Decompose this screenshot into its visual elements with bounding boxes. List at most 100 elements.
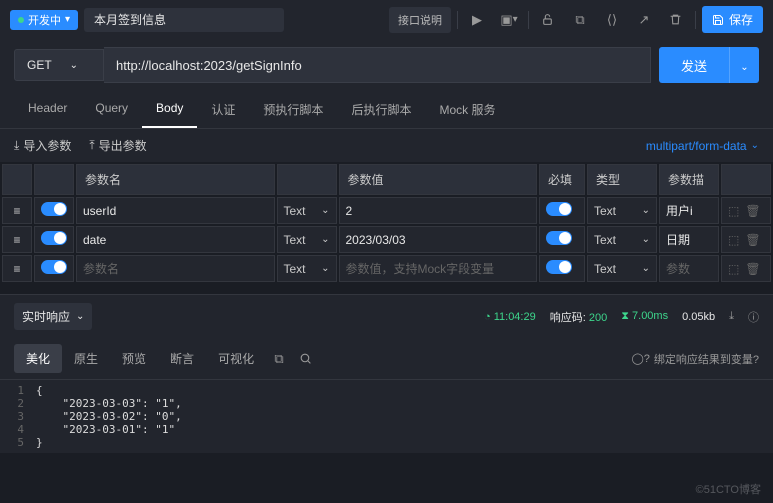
value-type-select[interactable]: Text⌄ [284, 233, 330, 247]
param-desc-input[interactable] [666, 262, 712, 276]
send-dropdown[interactable]: ⌄ [729, 47, 759, 83]
param-value-input[interactable] [346, 204, 531, 218]
tab-header[interactable]: Header [14, 91, 81, 128]
tab-mock[interactable]: Mock 服务 [425, 91, 509, 128]
share-icon[interactable]: ↗ [631, 7, 657, 33]
search-icon[interactable] [292, 346, 318, 372]
drag-handle-icon[interactable]: ≡ [2, 226, 32, 253]
resp-tab-raw[interactable]: 原生 [62, 344, 110, 373]
value-type-select[interactable]: Text⌄ [284, 204, 330, 218]
resp-tab-visual[interactable]: 可视化 [206, 344, 266, 373]
resp-tab-preview[interactable]: 预览 [110, 344, 158, 373]
code-text: { [36, 384, 43, 397]
upload-icon: ⤒ [89, 138, 94, 153]
code-text: "2023-03-01": "1" [36, 423, 175, 436]
col-required: 必填 [539, 164, 585, 195]
line-number: 1 [0, 384, 36, 397]
import-params[interactable]: ⤓ 导入参数 [14, 137, 71, 154]
delete-row-icon[interactable]: 🗑 [745, 204, 760, 218]
table-row: ≡ Text⌄ Text⌄ ⬚ 🗑 [2, 226, 771, 253]
response-tabs: 美化 原生 预览 断言 可视化 ⧉ ◯? 绑定响应结果到变量? [0, 338, 773, 380]
delete-row-icon[interactable]: 🗑 [745, 262, 760, 276]
param-required-toggle[interactable] [546, 260, 572, 274]
param-type-select[interactable]: Text⌄ [594, 204, 650, 218]
status-code: 200 [589, 312, 607, 324]
url-input[interactable] [104, 47, 651, 83]
save-button[interactable]: 保存 [702, 6, 763, 33]
param-enabled-toggle[interactable] [41, 260, 67, 274]
api-desc-button[interactable]: 接口说明 [389, 7, 451, 33]
param-enabled-toggle[interactable] [41, 231, 67, 245]
copy-response-icon[interactable]: ⧉ [266, 346, 292, 372]
param-desc-input[interactable] [666, 232, 712, 246]
cube-icon[interactable]: ⬚ [728, 262, 739, 276]
play-icon[interactable]: ▶ [464, 7, 490, 33]
resp-tab-pretty[interactable]: 美化 [14, 344, 62, 373]
chevron-down-icon: ⌄ [751, 140, 759, 151]
tab-body[interactable]: Body [142, 91, 197, 128]
cube-icon[interactable]: ⬚ [728, 204, 739, 218]
param-value-input[interactable] [346, 262, 531, 276]
param-type-select[interactable]: Text⌄ [594, 262, 650, 276]
drag-handle-icon[interactable]: ≡ [2, 255, 32, 282]
param-name-input[interactable] [83, 233, 268, 247]
info-icon[interactable]: ⓘ [748, 309, 759, 325]
copy-icon[interactable]: ⧉ [567, 7, 593, 33]
line-number: 4 [0, 423, 36, 436]
response-meta: ◔11:04:29 响应码: 200 ⧗ 7.00ms 0.05kb ⤓ ⓘ [484, 309, 759, 325]
api-name-input[interactable] [84, 8, 284, 32]
param-value-input[interactable] [346, 233, 531, 247]
col-value: 参数值 [339, 164, 538, 195]
col-desc: 参数描 [659, 164, 719, 195]
param-desc-input[interactable] [666, 203, 712, 217]
param-type-select[interactable]: Text⌄ [594, 233, 650, 247]
param-name-input[interactable] [83, 262, 268, 276]
chevron-down-icon: ▾ [65, 14, 70, 25]
param-required-toggle[interactable] [546, 202, 572, 216]
response-size: 0.05kb [682, 311, 715, 323]
lock-icon[interactable] [535, 7, 561, 33]
line-number: 2 [0, 397, 36, 410]
send-button[interactable]: 发送 [659, 47, 729, 83]
table-row: ≡ Text⌄ Text⌄ ⬚ 🗑 [2, 197, 771, 224]
value-type-select[interactable]: Text⌄ [284, 262, 330, 276]
status-dot-icon [18, 17, 24, 23]
hourglass-icon: ⧗ [621, 310, 629, 322]
tab-prescript[interactable]: 预执行脚本 [249, 91, 337, 128]
request-tabs: Header Query Body 认证 预执行脚本 后执行脚本 Mock 服务 [0, 91, 773, 129]
url-bar: GET ⌄ 发送 ⌄ [0, 39, 773, 91]
code-text: "2023-03-03": "1", [36, 397, 182, 410]
response-body[interactable]: 1{2 "2023-03-03": "1",3 "2023-03-02": "0… [0, 380, 773, 453]
code-icon[interactable]: ⟨⟩ [599, 7, 625, 33]
export-params[interactable]: ⤒ 导出参数 [89, 137, 146, 154]
drag-handle-icon[interactable]: ≡ [2, 197, 32, 224]
topbar: 开发中 ▾ 接口说明 ▶ ▣▾ ⧉ ⟨⟩ ↗ 保存 [0, 0, 773, 39]
bind-variable-link[interactable]: ◯? 绑定响应结果到变量? [631, 351, 759, 367]
delete-row-icon[interactable]: 🗑 [745, 233, 760, 247]
tab-postscript[interactable]: 后执行脚本 [337, 91, 425, 128]
download-icon[interactable]: ⤓ [729, 310, 734, 323]
param-enabled-toggle[interactable] [41, 202, 67, 216]
tab-query[interactable]: Query [81, 91, 142, 128]
clock-icon: ◔ [484, 311, 491, 323]
response-mode-select[interactable]: 实时响应 ⌄ [14, 303, 92, 330]
param-name-input[interactable] [83, 204, 268, 218]
params-table: 参数名 参数值 必填 类型 参数描 ≡Text⌄Text⌄⬚🗑≡Text⌄Tex… [0, 162, 773, 284]
watermark: ©51CTO博客 [696, 481, 761, 497]
status-badge[interactable]: 开发中 ▾ [10, 10, 78, 30]
tab-auth[interactable]: 认证 [197, 91, 249, 128]
delete-icon[interactable] [663, 7, 689, 33]
code-text: "2023-03-02": "0", [36, 410, 182, 423]
help-icon: ◯? [631, 352, 649, 365]
chevron-down-icon: ⌄ [70, 60, 78, 71]
divider [457, 11, 458, 29]
param-required-toggle[interactable] [546, 231, 572, 245]
table-row: ≡ Text⌄ Text⌄ ⬚ 🗑 [2, 255, 771, 282]
content-type-select[interactable]: multipart/form-data ⌄ [646, 139, 759, 153]
divider [528, 11, 529, 29]
cube-icon[interactable]: ⬚ [728, 233, 739, 247]
method-select[interactable]: GET ⌄ [14, 49, 104, 81]
response-bar: 实时响应 ⌄ ◔11:04:29 响应码: 200 ⧗ 7.00ms 0.05k… [0, 294, 773, 338]
resp-tab-assert[interactable]: 断言 [158, 344, 206, 373]
layout-icon[interactable]: ▣▾ [496, 7, 522, 33]
